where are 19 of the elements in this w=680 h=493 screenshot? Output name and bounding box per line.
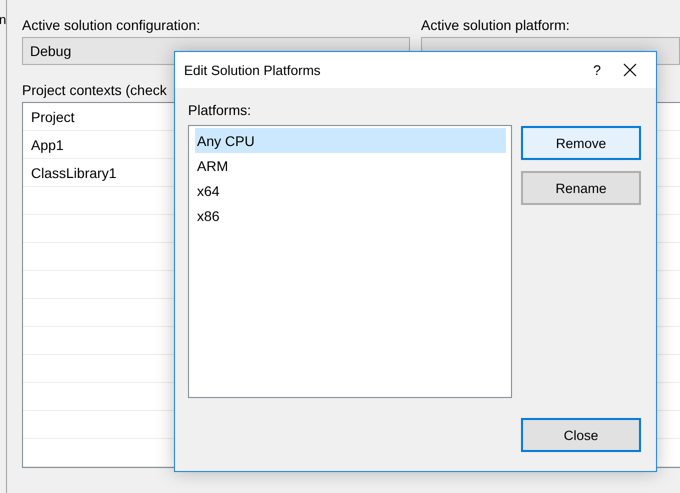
help-button[interactable]: ? [582, 62, 612, 78]
close-icon[interactable] [622, 62, 638, 78]
remove-button[interactable]: Remove [521, 126, 641, 160]
list-item[interactable]: x86 [195, 203, 506, 228]
dialog-title: Edit Solution Platforms [184, 62, 322, 78]
list-item[interactable]: x64 [195, 178, 506, 203]
list-item[interactable]: Any CPU [195, 128, 506, 153]
contexts-label: Project contexts (check [22, 82, 168, 98]
table-cell: ClassLibrary1 [31, 165, 117, 181]
list-item[interactable]: ARM [195, 153, 506, 178]
platforms-label: Platforms: [188, 102, 252, 118]
sidebar-text: n [0, 11, 6, 27]
platform-label: Active solution platform: [421, 16, 571, 33]
table-cell: App1 [31, 137, 64, 153]
column-header: Project [31, 109, 75, 125]
rename-button[interactable]: Rename [521, 171, 641, 205]
platforms-list[interactable]: Any CPU ARM x64 x86 [188, 125, 512, 398]
close-button[interactable]: Close [521, 418, 641, 452]
configuration-label: Active solution configuration: [22, 16, 202, 33]
